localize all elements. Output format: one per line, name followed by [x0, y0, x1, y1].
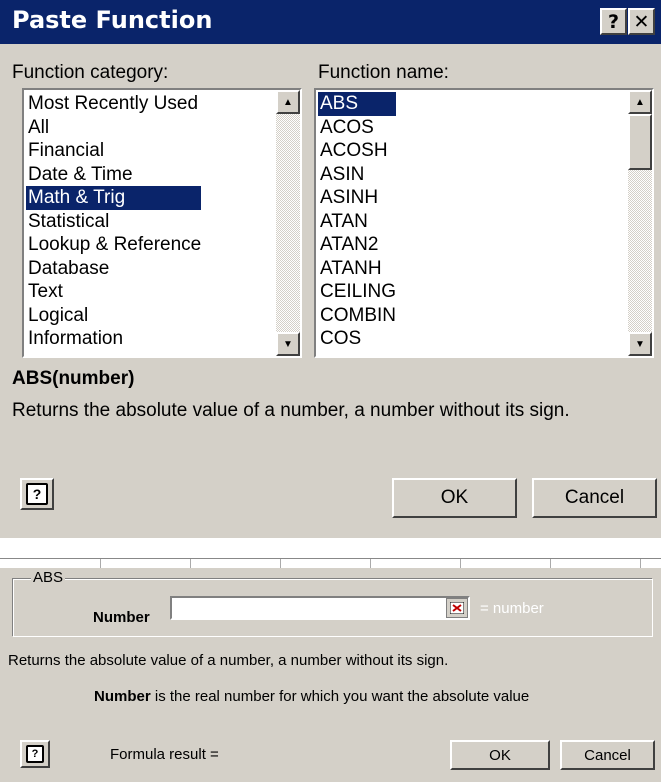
- cancel-label: Cancel: [584, 746, 631, 764]
- category-item[interactable]: Information: [26, 327, 201, 351]
- function-item[interactable]: ACOS: [318, 116, 396, 140]
- category-item[interactable]: Date & Time: [26, 163, 201, 187]
- column-border: [460, 559, 461, 568]
- category-scrollbar[interactable]: ▲ ▼: [276, 90, 300, 356]
- arrow-up-icon: ▲: [635, 96, 645, 108]
- cancel-button[interactable]: Cancel: [532, 478, 657, 518]
- function-listbox[interactable]: ABS ACOS ACOSH ASIN ASINH ATAN ATAN2 ATANH CEILI…: [314, 88, 654, 358]
- function-item[interactable]: ASIN: [318, 163, 396, 187]
- category-item[interactable]: Logical: [26, 304, 201, 328]
- category-item[interactable]: Statistical: [26, 210, 201, 234]
- arrow-down-icon: ▼: [283, 338, 293, 350]
- function-item[interactable]: COMBIN: [318, 304, 396, 328]
- column-border: [550, 559, 551, 568]
- scroll-down-button[interactable]: ▼: [276, 332, 300, 356]
- dialog-title: Paste Function: [12, 6, 213, 34]
- ok-label: OK: [440, 487, 469, 508]
- function-name-label: Function name:: [318, 62, 449, 83]
- palette-ok-button[interactable]: OK: [450, 740, 550, 770]
- category-item[interactable]: Most Recently Used: [26, 92, 201, 116]
- function-item[interactable]: ATAN: [318, 210, 396, 234]
- office-assistant-button[interactable]: ?: [20, 740, 50, 768]
- category-item[interactable]: Lookup & Reference: [26, 233, 201, 257]
- column-border: [370, 559, 371, 568]
- argument-help-name: Number: [94, 688, 151, 705]
- palette-description: Returns the absolute value of a number, …: [8, 652, 449, 669]
- paste-function-dialog: Paste Function ? ✕ Function category: Fu…: [0, 0, 661, 538]
- cancel-label: Cancel: [564, 487, 625, 508]
- function-item[interactable]: ABS: [318, 92, 397, 116]
- category-items: Most Recently Used All Financial Date & Tim…: [26, 92, 202, 351]
- arrow-down-icon: ▼: [635, 338, 645, 350]
- title-bar: Paste Function ? ✕: [0, 0, 661, 44]
- spreadsheet-strip: [0, 538, 661, 568]
- collapse-dialog-button[interactable]: [446, 598, 468, 618]
- category-item[interactable]: Math & Trig: [26, 186, 202, 210]
- help-icon: ?: [26, 483, 48, 505]
- close-icon: ✕: [633, 10, 650, 33]
- column-border: [280, 559, 281, 568]
- help-title-button[interactable]: ?: [600, 8, 627, 35]
- function-item[interactable]: ASINH: [318, 186, 396, 210]
- formula-palette: ABS Number = number Returns the absolute…: [0, 568, 661, 782]
- category-item[interactable]: Text: [26, 280, 201, 304]
- column-border: [640, 559, 641, 568]
- formula-result: Formula result =: [110, 746, 219, 763]
- close-button[interactable]: ✕: [628, 8, 655, 35]
- category-label: Function category:: [12, 62, 169, 83]
- argument-label: Number: [93, 609, 150, 626]
- scroll-up-button[interactable]: ▲: [276, 90, 300, 114]
- scroll-thumb[interactable]: [628, 114, 652, 170]
- arrow-up-icon: ▲: [283, 96, 293, 108]
- question-icon: ?: [607, 10, 620, 33]
- palette-cancel-button[interactable]: Cancel: [560, 740, 655, 770]
- category-item[interactable]: Database: [26, 257, 201, 281]
- argument-result: = number: [480, 600, 544, 617]
- scroll-down-button[interactable]: ▼: [628, 332, 652, 356]
- function-item[interactable]: ACOSH: [318, 139, 396, 163]
- category-listbox[interactable]: Most Recently Used All Financial Date & Tim…: [22, 88, 302, 358]
- number-input[interactable]: [170, 596, 470, 620]
- scroll-up-button[interactable]: ▲: [628, 90, 652, 114]
- function-item[interactable]: COS: [318, 327, 396, 351]
- function-item[interactable]: CEILING: [318, 280, 396, 304]
- function-description: Returns the absolute value of a number, …: [12, 400, 570, 421]
- category-item[interactable]: All: [26, 116, 201, 140]
- help-icon: ?: [26, 745, 44, 763]
- function-items: ABS ACOS ACOSH ASIN ASINH ATAN ATAN2 ATANH CEILI…: [318, 92, 397, 351]
- collapse-icon: [450, 602, 464, 614]
- category-item[interactable]: Financial: [26, 139, 201, 163]
- group-title: ABS: [31, 569, 66, 586]
- argument-help-text: is the real number for which you want th…: [150, 688, 530, 705]
- function-signature: ABS(number): [12, 368, 135, 389]
- office-assistant-button[interactable]: ?: [20, 478, 54, 510]
- function-item[interactable]: ATAN2: [318, 233, 396, 257]
- ok-label: OK: [489, 746, 511, 764]
- function-scrollbar[interactable]: ▲ ▼: [628, 90, 652, 356]
- argument-help: Number is the real number for which you …: [94, 688, 529, 705]
- ok-button[interactable]: OK: [392, 478, 517, 518]
- column-border: [100, 559, 101, 568]
- function-item[interactable]: ATANH: [318, 257, 396, 281]
- column-border: [190, 559, 191, 568]
